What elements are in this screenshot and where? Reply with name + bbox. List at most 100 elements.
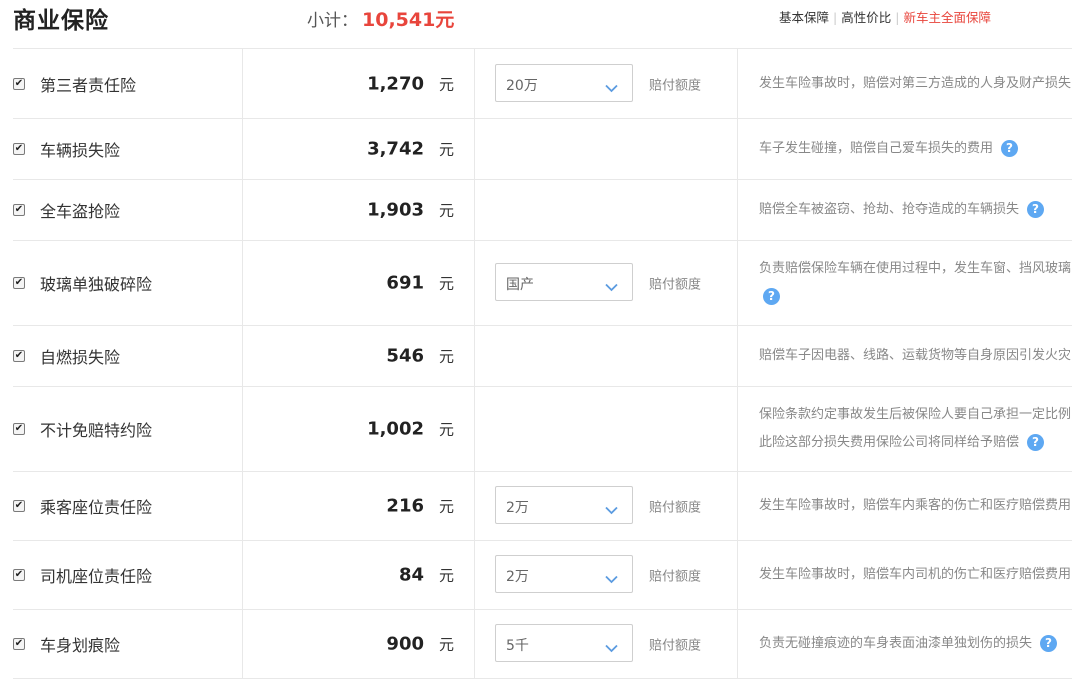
coverage-amount-select[interactable]: 5千 bbox=[495, 624, 633, 662]
chevron-down-icon bbox=[605, 78, 618, 97]
coverage-amount-select[interactable]: 国产 bbox=[495, 263, 633, 301]
description-cell: 保险条款约定事故发生后被保险人要自己承担一定比例此险这部分损失费用保险公司将同样… bbox=[738, 387, 1072, 471]
table-row: ✔ 司机座位责任险 84 元 2万 赔付额度 发生车险事故时，赔偿车内司机的伤亡和医疗赔偿费… bbox=[13, 541, 1072, 610]
currency-unit: 元 bbox=[438, 75, 454, 93]
price-cell: 691 元 bbox=[243, 241, 475, 325]
description-text: 负责赔偿保险车辆在使用过程中，发生车窗、挡风玻璃 bbox=[759, 261, 1072, 276]
coverage-amount-select[interactable]: 2万 bbox=[495, 555, 633, 593]
description-text: 负责无碰撞痕迹的车身表面油漆单独划伤的损失 bbox=[759, 636, 1033, 651]
description-cell: 车子发生碰撞，赔偿自己爱车损失的费用? bbox=[738, 119, 1072, 179]
description-text: 发生车险事故时，赔偿对第三方造成的人身及财产损失 bbox=[759, 75, 1072, 91]
premium-amount: 216 bbox=[386, 495, 424, 517]
subtotal: 小计： 10,541元 bbox=[307, 5, 454, 32]
coverage-description: 发生车险事故时，赔偿车内司机的伤亡和医疗赔偿费用 bbox=[759, 561, 1071, 589]
help-icon[interactable]: ? bbox=[1027, 434, 1045, 451]
help-icon[interactable]: ? bbox=[1001, 140, 1019, 157]
coverage-checkbox[interactable]: ✔ bbox=[13, 77, 25, 90]
option-cell: 20万 赔付额度 bbox=[475, 49, 738, 118]
option-label: 赔付额度 bbox=[649, 78, 702, 93]
coverage-checkbox[interactable]: ✔ bbox=[13, 500, 25, 512]
preset-basic[interactable]: 基本保障 bbox=[779, 10, 829, 25]
currency-unit: 元 bbox=[438, 140, 454, 159]
description-line: 发生车险事故时，赔偿对第三方造成的人身及财产损失 bbox=[759, 70, 1071, 98]
description-text: 车子发生碰撞，赔偿自己爱车损失的费用 bbox=[759, 141, 994, 156]
coverage-name: 车辆损失险 bbox=[40, 141, 121, 160]
select-value: 国产 bbox=[506, 277, 534, 293]
coverage-checkbox[interactable]: ✔ bbox=[13, 277, 25, 289]
subtotal-label: 小计： bbox=[307, 11, 358, 31]
description-cell: 负责赔偿保险车辆在使用过程中，发生车窗、挡风玻璃? bbox=[738, 241, 1072, 325]
description-cell: 赔偿车子因电器、线路、运载货物等自身原因引发火灾 bbox=[738, 326, 1072, 386]
price-cell: 84 元 bbox=[243, 541, 475, 609]
option-cell: 国产 赔付额度 bbox=[475, 241, 738, 325]
subtotal-amount: 10,541元 bbox=[362, 9, 455, 31]
coverage-checkbox[interactable]: ✔ bbox=[13, 143, 25, 155]
help-icon[interactable]: ? bbox=[763, 288, 780, 305]
currency-unit: 元 bbox=[438, 201, 454, 220]
preset-new-owner[interactable]: 新车主全面保障 bbox=[903, 10, 991, 25]
description-cell: 发生车险事故时，赔偿车内司机的伤亡和医疗赔偿费用 bbox=[738, 541, 1072, 609]
separator: | bbox=[895, 10, 900, 25]
option-cell: 2万 赔付额度 bbox=[475, 541, 738, 609]
table-row: ✔ 乘客座位责任险 216 元 2万 赔付额度 发生车险事故时，赔偿车内乘客的伤亡和医疗赔偿… bbox=[13, 472, 1072, 541]
premium-amount: 546 bbox=[386, 345, 424, 367]
coverage-name: 乘客座位责任险 bbox=[40, 498, 153, 517]
table-row: ✔ 第三者责任险 1,270 元 20万 赔付额度 发生车险事故时，赔偿对第三方造成的人身及… bbox=[13, 49, 1072, 119]
select-value: 20万 bbox=[506, 77, 538, 94]
price-cell: 546 元 bbox=[243, 326, 475, 386]
price-cell: 1,002 元 bbox=[243, 387, 475, 471]
coverage-name-cell: ✔ 第三者责任险 bbox=[13, 49, 243, 118]
coverage-name: 自燃损失险 bbox=[40, 348, 121, 367]
coverage-amount-select[interactable]: 2万 bbox=[495, 486, 633, 524]
coverage-name-cell: ✔ 不计免赔特约险 bbox=[13, 387, 243, 471]
description-cell: 负责无碰撞痕迹的车身表面油漆单独划伤的损失? bbox=[738, 610, 1072, 678]
description-line: 赔偿全车被盗窃、抢劫、抢夺造成的车辆损失? bbox=[759, 196, 1045, 224]
option-label: 赔付额度 bbox=[649, 277, 702, 293]
coverage-name: 全车盗抢险 bbox=[40, 202, 121, 221]
coverage-name: 玻璃单独破碎险 bbox=[40, 275, 153, 294]
chevron-down-icon bbox=[605, 638, 618, 657]
description-line: ? bbox=[759, 283, 1071, 311]
table-row: ✔ 自燃损失险 546 元 赔偿车子因电器、线路、运载货物等自身原因引发火灾 bbox=[13, 326, 1072, 387]
coverage-description: 车子发生碰撞，赔偿自己爱车损失的费用? bbox=[759, 135, 1019, 163]
price-cell: 216 元 bbox=[243, 472, 475, 540]
currency-unit: 元 bbox=[438, 635, 454, 654]
description-text: 此险这部分损失费用保险公司将同样给予赔偿 bbox=[759, 435, 1020, 450]
coverage-description: 赔偿车子因电器、线路、运载货物等自身原因引发火灾 bbox=[759, 342, 1071, 370]
price-cell: 1,903 元 bbox=[243, 180, 475, 240]
coverage-description: 发生车险事故时，赔偿对第三方造成的人身及财产损失 bbox=[759, 70, 1071, 98]
coverage-checkbox[interactable]: ✔ bbox=[13, 569, 25, 581]
coverage-checkbox[interactable]: ✔ bbox=[13, 423, 25, 435]
coverage-checkbox[interactable]: ✔ bbox=[13, 350, 25, 362]
description-line: 发生车险事故时，赔偿车内乘客的伤亡和医疗赔偿费用 bbox=[759, 492, 1071, 520]
currency-unit: 元 bbox=[438, 420, 454, 439]
select-value: 2万 bbox=[506, 500, 529, 516]
premium-amount: 3,742 bbox=[367, 138, 424, 160]
price-cell: 1,270 元 bbox=[243, 49, 475, 118]
currency-unit: 元 bbox=[438, 566, 454, 585]
chevron-down-icon bbox=[605, 277, 618, 296]
premium-amount: 1,903 bbox=[367, 199, 424, 221]
price-cell: 900 元 bbox=[243, 610, 475, 678]
coverage-checkbox[interactable]: ✔ bbox=[13, 638, 25, 650]
coverage-description: 保险条款约定事故发生后被保险人要自己承担一定比例此险这部分损失费用保险公司将同样… bbox=[759, 401, 1071, 457]
option-cell: 5千 赔付额度 bbox=[475, 610, 738, 678]
description-cell: 赔偿全车被盗窃、抢劫、抢夺造成的车辆损失? bbox=[738, 180, 1072, 240]
help-icon[interactable]: ? bbox=[1040, 635, 1058, 652]
help-icon[interactable]: ? bbox=[1027, 201, 1045, 218]
separator: | bbox=[833, 10, 838, 25]
premium-amount: 84 bbox=[398, 564, 424, 586]
preset-value[interactable]: 高性价比 bbox=[841, 10, 891, 25]
description-text: 发生车险事故时，赔偿车内乘客的伤亡和医疗赔偿费用 bbox=[759, 498, 1072, 513]
coverage-description: 负责赔偿保险车辆在使用过程中，发生车窗、挡风玻璃? bbox=[759, 255, 1071, 311]
description-line: 赔偿车子因电器、线路、运载货物等自身原因引发火灾 bbox=[759, 342, 1071, 370]
premium-amount: 1,270 bbox=[367, 73, 424, 94]
description-line: 负责赔偿保险车辆在使用过程中，发生车窗、挡风玻璃 bbox=[759, 255, 1071, 283]
premium-amount: 900 bbox=[386, 633, 424, 655]
coverage-checkbox[interactable]: ✔ bbox=[13, 204, 25, 216]
description-cell: 发生车险事故时，赔偿对第三方造成的人身及财产损失 bbox=[738, 49, 1072, 118]
description-text: 发生车险事故时，赔偿车内司机的伤亡和医疗赔偿费用 bbox=[759, 567, 1072, 582]
description-line: 保险条款约定事故发生后被保险人要自己承担一定比例 bbox=[759, 401, 1071, 429]
coverage-amount-select[interactable]: 20万 bbox=[495, 63, 633, 102]
currency-unit: 元 bbox=[438, 274, 454, 293]
